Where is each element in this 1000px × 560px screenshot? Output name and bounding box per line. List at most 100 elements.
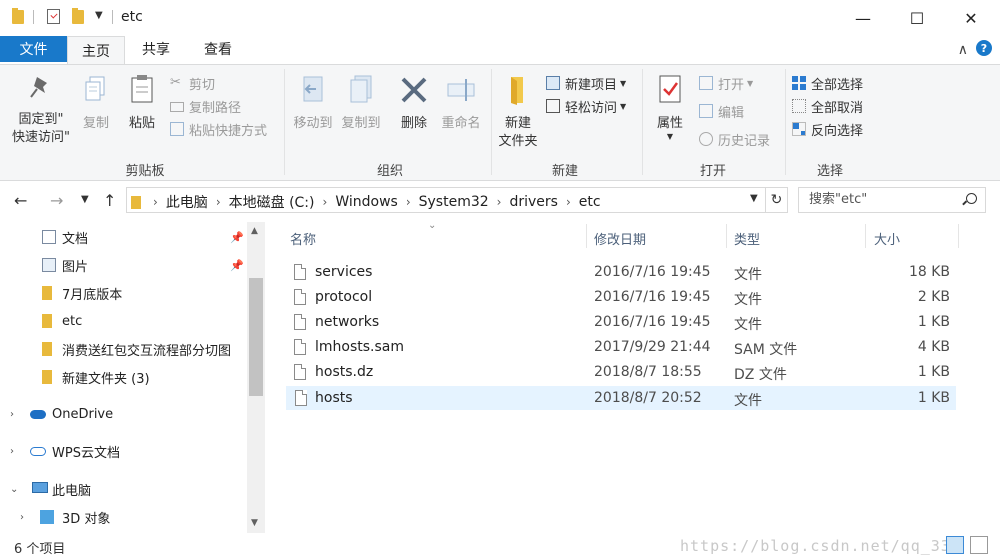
table-row[interactable]: lmhosts.sam 2017/9/29 21:44 SAM 文件 4 KB bbox=[286, 336, 956, 360]
delete-button[interactable]: 删除 bbox=[394, 71, 434, 133]
file-modified: 2017/9/29 21:44 bbox=[594, 339, 711, 355]
breadcrumb-separator[interactable]: › bbox=[406, 195, 411, 209]
divider[interactable] bbox=[958, 224, 959, 248]
table-row-selected[interactable]: hosts 2018/8/7 20:52 文件 1 KB bbox=[286, 386, 956, 410]
search-box[interactable] bbox=[798, 187, 986, 213]
pin-to-quick-access-button[interactable]: 固定到" 快速访问" bbox=[8, 71, 74, 147]
forward-button[interactable]: → bbox=[50, 191, 63, 210]
collapse-ribbon-icon[interactable]: ∧ bbox=[958, 42, 968, 58]
nav-item-wps[interactable]: › WPS云文档 bbox=[0, 438, 245, 464]
pin-icon bbox=[30, 77, 47, 98]
easy-access-icon bbox=[546, 99, 560, 113]
details-view-button[interactable] bbox=[946, 536, 964, 554]
close-button[interactable]: ✕ bbox=[942, 0, 1000, 36]
customize-toolbar-dropdown[interactable]: ▼ bbox=[95, 10, 103, 21]
address-history-dropdown[interactable]: ▼ bbox=[750, 193, 758, 204]
history-button[interactable]: 历史记录 bbox=[699, 129, 770, 149]
tab-view[interactable]: 查看 bbox=[192, 36, 244, 62]
easy-access-label: 轻松访问 bbox=[565, 100, 618, 116]
pin-icon[interactable]: 📌 bbox=[230, 231, 244, 244]
table-row[interactable]: protocol 2016/7/16 19:45 文件 2 KB bbox=[286, 286, 956, 310]
back-button[interactable]: ← bbox=[14, 191, 27, 210]
divider[interactable] bbox=[726, 224, 727, 248]
chevron-down-icon[interactable]: ⌄ bbox=[10, 484, 18, 495]
breadcrumb-separator[interactable]: › bbox=[153, 195, 158, 209]
search-input[interactable] bbox=[807, 191, 961, 208]
move-to-button[interactable]: 移动到 bbox=[290, 71, 336, 133]
scroll-down-icon[interactable]: ▼ bbox=[251, 518, 258, 528]
breadcrumb-windows[interactable]: Windows bbox=[335, 194, 398, 210]
file-size: 1 KB bbox=[917, 390, 950, 406]
breadcrumb-this-pc[interactable]: 此电脑 bbox=[166, 192, 208, 212]
pin-icon[interactable]: 📌 bbox=[230, 259, 244, 272]
up-button[interactable]: ↑ bbox=[103, 191, 116, 210]
tab-share[interactable]: 共享 bbox=[130, 36, 182, 62]
file-type: 文件 bbox=[734, 267, 762, 283]
breadcrumb-system32[interactable]: System32 bbox=[419, 194, 489, 210]
nav-item-documents[interactable]: 文档 📌 bbox=[0, 224, 245, 250]
nav-item-folder[interactable]: 消费送红包交互流程部分切图 bbox=[0, 336, 245, 362]
divider[interactable] bbox=[586, 224, 587, 248]
minimize-button[interactable]: — bbox=[834, 0, 892, 36]
chevron-right-icon[interactable]: › bbox=[20, 512, 24, 523]
table-row[interactable]: services 2016/7/16 19:45 文件 18 KB bbox=[286, 261, 956, 285]
breadcrumb-local-disk[interactable]: 本地磁盘 (C:) bbox=[229, 192, 315, 212]
folder-icon[interactable] bbox=[12, 8, 24, 24]
maximize-button[interactable]: ☐ bbox=[888, 0, 946, 36]
help-icon[interactable]: ? bbox=[976, 40, 992, 56]
tab-home[interactable]: 主页 bbox=[67, 36, 125, 64]
copy-path-button[interactable]: 复制路径 bbox=[170, 96, 241, 116]
new-folder-button[interactable]: 新建 文件夹 bbox=[495, 71, 541, 151]
breadcrumb-separator[interactable]: › bbox=[566, 195, 571, 209]
breadcrumb-drivers[interactable]: drivers bbox=[509, 194, 557, 210]
table-row[interactable]: hosts.dz 2018/8/7 18:55 DZ 文件 1 KB bbox=[286, 361, 956, 385]
nav-item-new-folder[interactable]: 新建文件夹 (3) bbox=[0, 364, 245, 390]
column-header-name[interactable]: 名称 bbox=[290, 229, 316, 248]
nav-item-pictures[interactable]: 图片 📌 bbox=[0, 252, 245, 278]
scroll-up-icon[interactable]: ▲ bbox=[251, 226, 258, 236]
properties-icon[interactable] bbox=[47, 9, 60, 24]
new-folder-icon[interactable] bbox=[72, 8, 84, 24]
refresh-button[interactable]: ↻ bbox=[766, 187, 788, 213]
breadcrumb-separator[interactable]: › bbox=[323, 195, 328, 209]
select-none-button[interactable]: 全部取消 bbox=[792, 96, 863, 116]
breadcrumb-separator[interactable]: › bbox=[497, 195, 502, 209]
divider[interactable] bbox=[865, 224, 866, 248]
select-all-button[interactable]: 全部选择 bbox=[792, 73, 863, 93]
chevron-right-icon[interactable]: › bbox=[10, 446, 14, 457]
properties-button[interactable]: 属性 ▼ bbox=[650, 71, 690, 141]
nav-item-3d-objects[interactable]: › 3D 对象 bbox=[0, 504, 245, 530]
column-header-size[interactable]: 大小 bbox=[874, 229, 900, 248]
address-bar[interactable]: › 此电脑 › 本地磁盘 (C:) › Windows › System32 ›… bbox=[126, 187, 766, 213]
column-header-modified[interactable]: 修改日期 bbox=[594, 229, 646, 248]
large-icons-view-button[interactable] bbox=[970, 536, 988, 554]
navigation-scrollbar[interactable]: ▲ ▼ bbox=[247, 222, 265, 533]
paste-shortcut-label: 粘贴快捷方式 bbox=[189, 123, 268, 139]
breadcrumb-etc[interactable]: etc bbox=[579, 194, 601, 210]
nav-item-etc[interactable]: etc bbox=[0, 308, 245, 334]
tab-file[interactable]: 文件 bbox=[0, 36, 67, 62]
search-icon[interactable] bbox=[966, 193, 977, 204]
nav-item-this-pc[interactable]: ⌄ 此电脑 bbox=[0, 476, 245, 502]
paste-shortcut-button[interactable]: 粘贴快捷方式 bbox=[170, 119, 267, 139]
invert-selection-button[interactable]: 反向选择 bbox=[792, 119, 863, 139]
recent-locations-dropdown[interactable]: ▼ bbox=[81, 194, 89, 205]
breadcrumb-separator[interactable]: › bbox=[216, 195, 221, 209]
edit-button[interactable]: 编辑 bbox=[699, 101, 744, 121]
cut-button[interactable]: ✂ 剪切 bbox=[170, 73, 215, 93]
chevron-right-icon[interactable]: › bbox=[10, 409, 14, 420]
new-item-button[interactable]: 新建项目 ▼ bbox=[546, 73, 626, 93]
table-row[interactable]: networks 2016/7/16 19:45 文件 1 KB bbox=[286, 311, 956, 335]
open-button[interactable]: 打开 ▼ bbox=[699, 73, 753, 93]
copy-to-button[interactable]: 复制到 bbox=[338, 71, 384, 133]
nav-item-folder[interactable]: 7月底版本 bbox=[0, 280, 245, 306]
chevron-down-icon: ▼ bbox=[747, 78, 754, 88]
easy-access-button[interactable]: 轻松访问 ▼ bbox=[546, 96, 626, 116]
cube-icon bbox=[40, 510, 54, 524]
scrollbar-thumb[interactable] bbox=[249, 278, 263, 396]
copy-button[interactable]: 复制 bbox=[78, 71, 114, 133]
rename-button[interactable]: 重命名 bbox=[437, 71, 485, 133]
nav-item-onedrive[interactable]: › OneDrive bbox=[0, 401, 245, 427]
paste-button[interactable]: 粘贴 bbox=[124, 71, 160, 133]
column-header-type[interactable]: 类型 bbox=[734, 229, 760, 248]
